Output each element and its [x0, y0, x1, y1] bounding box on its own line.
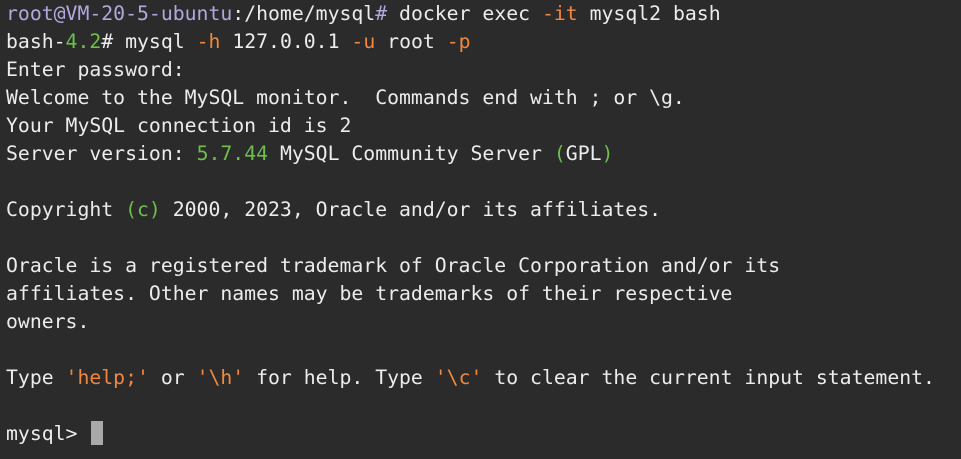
text-cursor[interactable] — [91, 421, 104, 445]
terminal-line-docker-command: root@VM-20-5-ubuntu:/home/mysql# docker … — [6, 0, 961, 28]
help-command: 'help;' — [65, 366, 149, 389]
help-text: Type — [6, 366, 66, 389]
copyright-symbol: (c) — [125, 198, 161, 221]
terminal-line-trademark-1: Oracle is a registered trademark of Orac… — [6, 254, 781, 277]
terminal-line-mysql-prompt[interactable]: mysql> — [6, 420, 961, 448]
clear-shortcut: '\c' — [434, 366, 483, 389]
command-host-value: 127.0.0.1 — [220, 30, 352, 53]
command-user-value: root — [375, 30, 447, 53]
shell-name: bash- — [6, 30, 66, 53]
command-text: mysql — [113, 30, 197, 53]
shell-prompt-path: /home/mysql — [244, 2, 376, 25]
mysql-prompt: mysql> — [6, 422, 90, 445]
shell-prompt-user-host: root@VM-20-5-ubuntu — [6, 2, 233, 25]
copyright-text: 2000, 2023, Oracle and/or its affiliates… — [160, 198, 662, 221]
command-flag-password: -p — [446, 30, 471, 53]
server-license-paren-open: ( — [553, 142, 566, 165]
terminal-line-trademark-2: affiliates. Other names may be trademark… — [6, 282, 733, 305]
command-text: docker exec — [387, 2, 542, 25]
server-version-number: 5.7.44 — [196, 142, 269, 165]
server-license: GPL — [565, 142, 602, 165]
copyright-text: Copyright — [6, 198, 126, 221]
help-shortcut: '\h' — [196, 366, 245, 389]
help-text: to clear the current input statement. — [482, 366, 935, 389]
terminal-line-welcome: Welcome to the MySQL monitor. Commands e… — [6, 86, 685, 109]
terminal-window[interactable]: root@VM-20-5-ubuntu:/home/mysql# docker … — [0, 0, 961, 459]
terminal-line-mysql-command: bash-4.2# mysql -h 127.0.0.1 -u root -p — [6, 28, 961, 56]
terminal-line-enter-password: Enter password: — [6, 58, 185, 81]
help-text: for help. Type — [244, 366, 435, 389]
shell-version: 4.2 — [65, 30, 102, 53]
terminal-line-server-version: Server version: 5.7.44 MySQL Community S… — [6, 140, 961, 168]
command-flag: -it — [541, 2, 578, 25]
shell-prompt-hash: # — [375, 2, 388, 25]
command-flag-user: -u — [351, 30, 376, 53]
terminal-line-connection-id: Your MySQL connection id is 2 — [6, 114, 352, 137]
command-text: mysql2 bash — [577, 2, 721, 25]
terminal-line-copyright: Copyright (c) 2000, 2023, Oracle and/or … — [6, 196, 961, 224]
command-flag-host: -h — [196, 30, 221, 53]
terminal-line-help: Type 'help;' or '\h' for help. Type '\c'… — [6, 364, 961, 392]
terminal-line-trademark-3: owners. — [6, 310, 90, 333]
server-license-paren-close: ) — [601, 142, 614, 165]
shell-prompt-separator: : — [232, 2, 245, 25]
server-version-text: MySQL Community Server — [268, 142, 554, 165]
shell-prompt-hash: # — [101, 30, 114, 53]
server-version-label: Server version: — [6, 142, 197, 165]
help-text: or — [148, 366, 197, 389]
